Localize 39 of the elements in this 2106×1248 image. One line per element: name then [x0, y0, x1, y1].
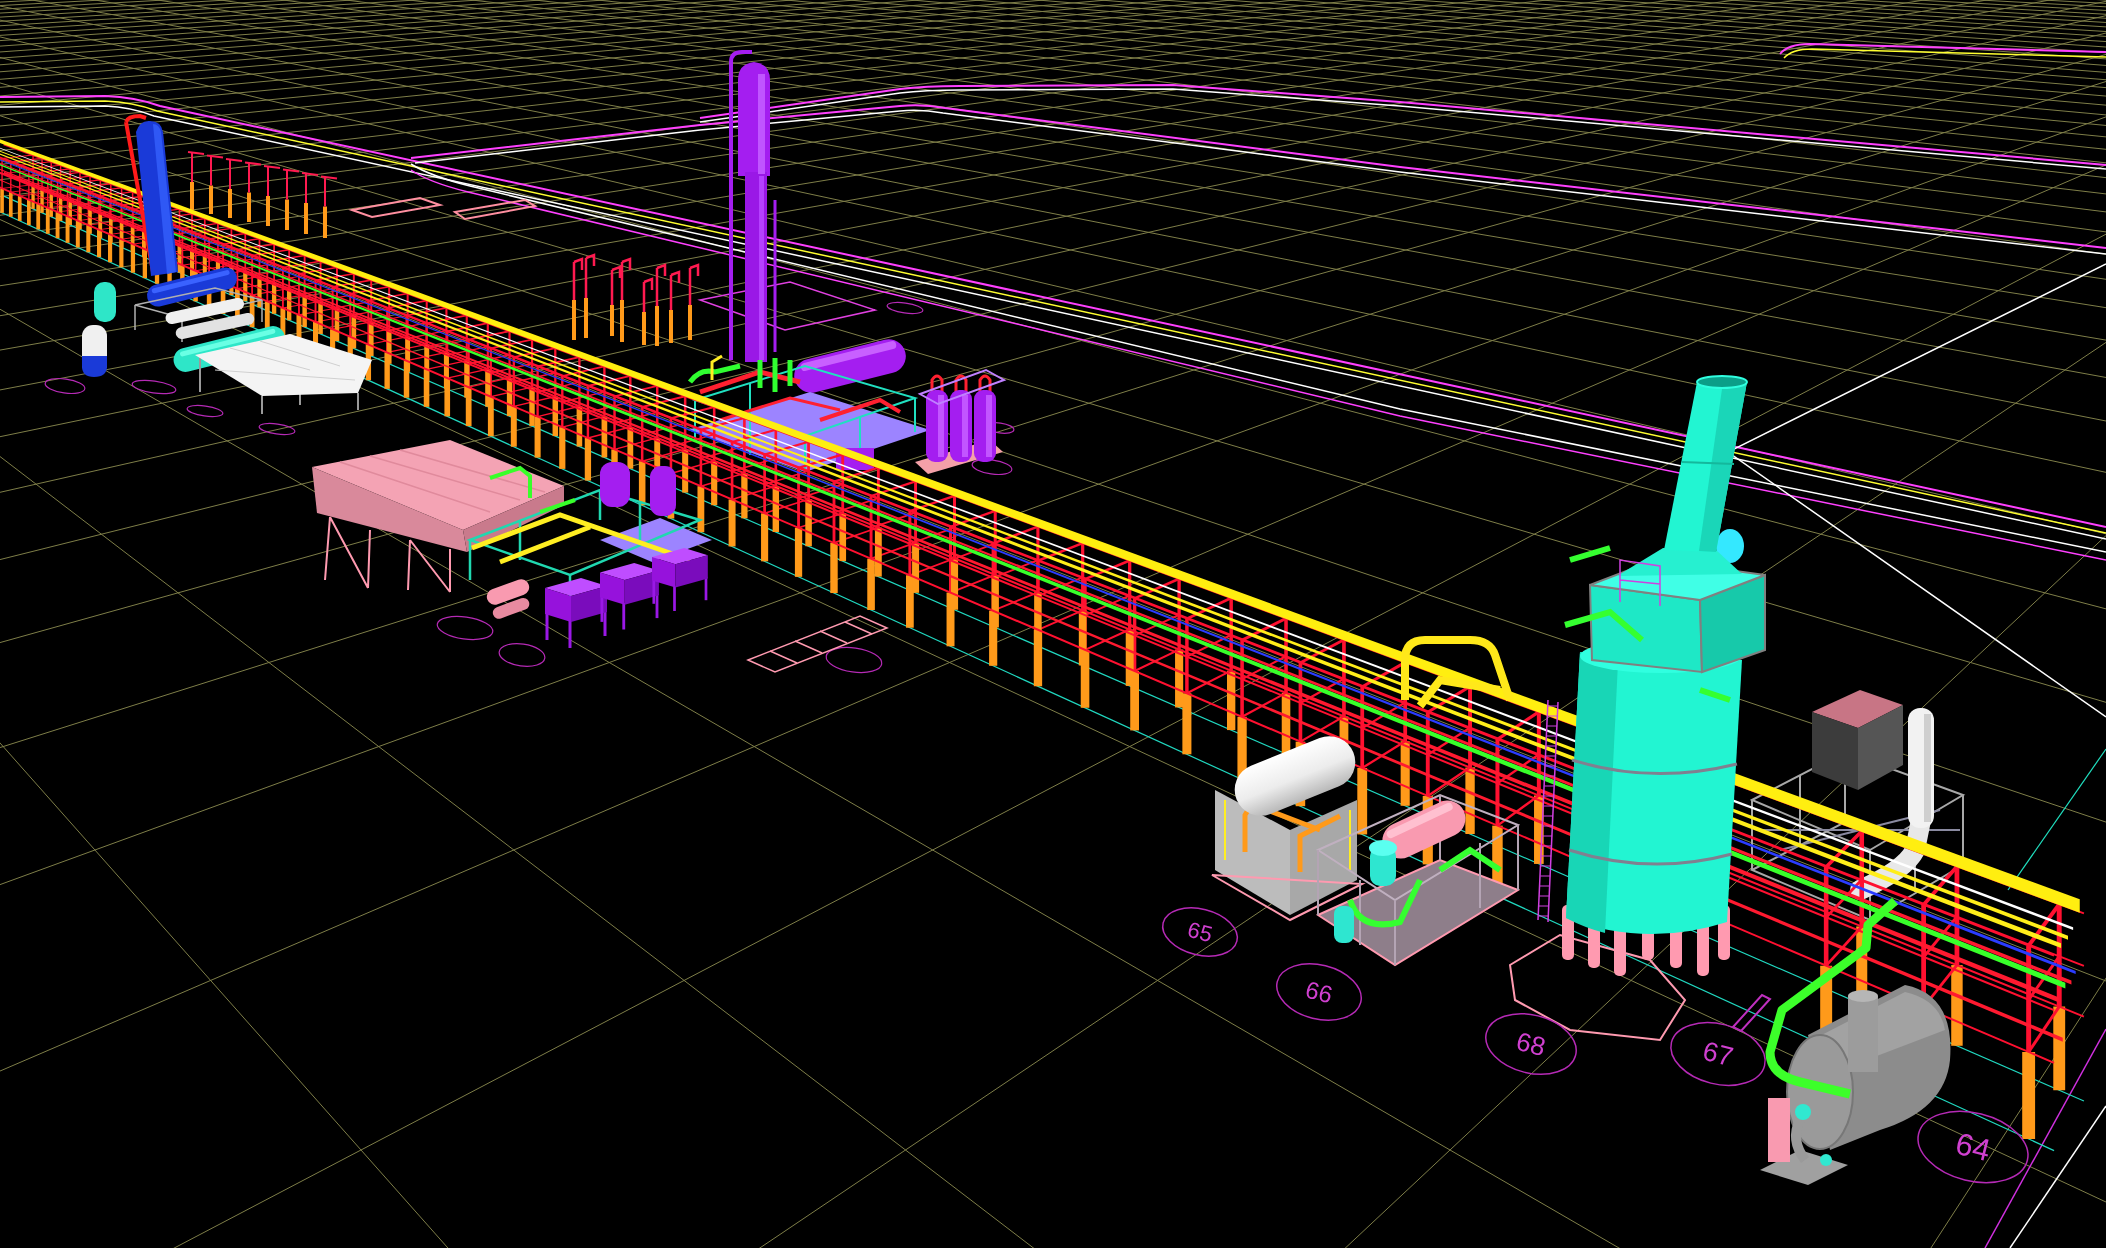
- pipe-support: [244, 161, 262, 222]
- hopper: [600, 563, 659, 630]
- pipe-support: [225, 158, 243, 218]
- tag-ellipse: [258, 422, 296, 436]
- pipe-support: [282, 168, 300, 230]
- rack-bent: [108, 195, 146, 263]
- vertical-vessel: [1334, 906, 1354, 943]
- tag-ellipse: [44, 377, 86, 395]
- rack-bent: [97, 191, 135, 258]
- tag-ellipse: [971, 458, 1013, 476]
- pipe-support: [263, 165, 281, 226]
- hopper: [652, 548, 708, 611]
- tag-ellipse: [825, 646, 883, 674]
- tag-ellipse: [131, 379, 177, 395]
- tag-ellipse: [436, 615, 494, 641]
- pipe-support: [301, 172, 319, 234]
- area-tag: 68: [1485, 1013, 1577, 1075]
- foundation-outline: [1731, 993, 1772, 1033]
- tag-ellipse: [886, 301, 924, 315]
- rack-bent: [75, 183, 113, 248]
- vertical-vessel: [82, 325, 107, 377]
- hopper: [545, 578, 607, 648]
- area-tag: 67: [1670, 1021, 1766, 1087]
- area-tag: 66: [1276, 963, 1362, 1021]
- pipe-support: [642, 277, 654, 345]
- pipe-support: [610, 265, 622, 336]
- pipe-support: [320, 175, 338, 238]
- pump-skid: [484, 576, 532, 621]
- pipe-support: [187, 151, 205, 210]
- area-tag: 64: [1917, 1110, 2029, 1184]
- tag-ellipse: [498, 643, 546, 667]
- rack-bent: [86, 187, 124, 253]
- pipe-support: [206, 154, 224, 214]
- vertical-vessel: [650, 466, 676, 516]
- vertical-vessel: [94, 282, 116, 322]
- tag-ellipse: [186, 404, 224, 418]
- area-tag: 65: [1161, 907, 1239, 957]
- vertical-vessel: [1369, 840, 1397, 886]
- rack-bent: [65, 179, 103, 243]
